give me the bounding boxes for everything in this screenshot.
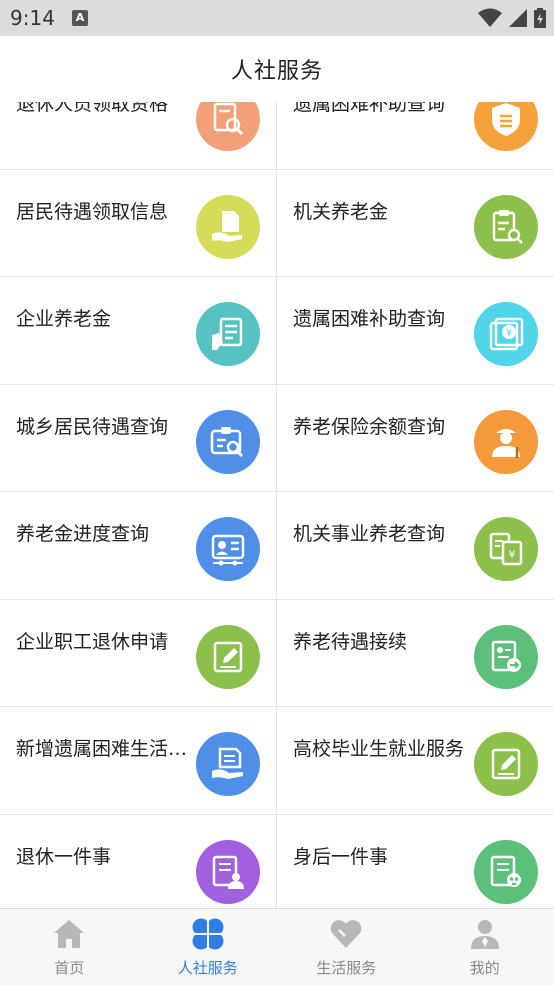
tab-home[interactable]: 首页: [0, 909, 139, 985]
id-search-icon: [196, 409, 260, 474]
service-row: 居民待遇领取信息 机关养老金: [0, 169, 554, 277]
service-item[interactable]: 养老保险余额查询: [277, 385, 554, 492]
svg-text:¥: ¥: [509, 548, 516, 561]
service-item-label: 高校毕业生就业服务: [293, 738, 465, 760]
yuan-documents-icon: ¥: [474, 517, 538, 581]
service-item-label: 企业养老金: [16, 308, 112, 330]
yuan-bill-icon: ¥: [474, 302, 538, 366]
status-bar: 9:14 A: [0, 0, 554, 36]
heart-icon: [330, 920, 362, 948]
bottom-tab-bar: 首页 人社服务 生活服务 我的: [0, 908, 554, 985]
service-item-label: 企业职工退休申请: [16, 630, 169, 653]
service-item-label: 退休人员领取资格: [16, 102, 169, 115]
service-row: 新增遗属困难生活补助 高校毕业生就业服务: [0, 707, 554, 815]
app-header: 人社服务: [0, 36, 554, 102]
hand-form-icon: [196, 302, 260, 366]
id-card-progress-icon: [196, 517, 260, 581]
service-row: 城乡居民待遇查询 养老保险余额查询: [0, 384, 554, 492]
service-item-label: 机关事业养老查询: [293, 523, 446, 545]
service-item[interactable]: 遗属困难补助查询 ¥: [277, 277, 554, 384]
notification-badge-icon: A: [72, 10, 88, 26]
service-item[interactable]: 身后一件事: [277, 815, 554, 909]
transfer-document-icon: [474, 624, 538, 689]
service-item[interactable]: 遗属困难补助查询: [277, 102, 554, 169]
service-item-label: 城乡居民待遇查询: [16, 415, 169, 438]
service-row: 养老金进度查询 机关事业养老查询 ¥: [0, 492, 554, 600]
tab-hr-services[interactable]: 人社服务: [139, 909, 278, 985]
home-icon: [54, 920, 85, 948]
service-item[interactable]: 企业职工退休申请: [0, 599, 277, 706]
service-item[interactable]: 退休人员领取资格: [0, 102, 277, 169]
skull-document-icon: [474, 839, 538, 904]
service-item-label: 养老金进度查询: [16, 523, 150, 545]
status-icons: [478, 8, 546, 28]
svg-text:¥: ¥: [506, 328, 512, 339]
elder-person-icon: [474, 409, 538, 474]
edit-document-icon: [474, 732, 538, 796]
service-item-label: 新增遗属困难生活补助: [16, 738, 194, 760]
tab-life-services[interactable]: 生活服务: [277, 909, 416, 985]
service-item[interactable]: 高校毕业生就业服务: [277, 707, 554, 814]
service-item[interactable]: 机关养老金: [277, 170, 554, 277]
page-title: 人社服务: [230, 59, 323, 84]
service-item[interactable]: 企业养老金: [0, 277, 277, 384]
service-row: 退休一件事 身后一件事: [0, 814, 554, 909]
service-item-label: 遗属困难补助查询: [293, 308, 446, 330]
service-item-label: 居民待遇领取信息: [16, 200, 169, 223]
shield-doc-icon: [474, 102, 538, 151]
wifi-icon: [478, 8, 502, 27]
service-item[interactable]: 退休一件事: [0, 814, 277, 908]
tab-label: 首页: [54, 959, 85, 977]
service-list[interactable]: 退休人员领取资格 遗属困难补助查询 居民待遇领取信息 机关养老金 企业养老金 遗属困难补助…: [0, 102, 554, 908]
service-item-label: 机关养老金: [293, 200, 389, 223]
tab-label: 人社服务: [177, 959, 238, 977]
service-item[interactable]: 城乡居民待遇查询: [0, 384, 277, 491]
doc-search-icon: [196, 102, 260, 151]
tab-label: 我的: [469, 959, 500, 977]
service-row: 企业养老金 遗属困难补助查询 ¥: [0, 277, 554, 385]
service-item[interactable]: 养老待遇接续: [277, 600, 554, 707]
service-item[interactable]: 新增遗属困难生活补助: [0, 707, 277, 814]
service-item-label: 遗属困难补助查询: [293, 102, 446, 115]
hand-files-icon: [196, 732, 260, 796]
service-item-label: 退休一件事: [16, 845, 112, 868]
signal-icon: [509, 9, 527, 27]
service-item-label: 养老保险余额查询: [293, 415, 446, 438]
service-row: 退休人员领取资格 遗属困难补助查询: [0, 102, 554, 170]
service-item-label: 身后一件事: [293, 845, 389, 868]
service-grid: 退休人员领取资格 遗属困难补助查询 居民待遇领取信息 机关养老金 企业养老金 遗属困难补助…: [0, 102, 554, 908]
service-item[interactable]: 养老金进度查询: [0, 492, 277, 599]
service-item[interactable]: 居民待遇领取信息: [0, 169, 277, 276]
tab-label: 生活服务: [316, 959, 377, 977]
person-icon: [470, 920, 499, 949]
grid-clover-icon: [192, 918, 224, 950]
retiree-document-icon: [196, 839, 260, 904]
battery-icon: [534, 8, 546, 28]
status-time: 9:14: [10, 6, 55, 30]
edit-document-icon: [196, 624, 260, 689]
service-item[interactable]: 机关事业养老查询 ¥: [277, 492, 554, 599]
service-row: 企业职工退休申请 养老待遇接续: [0, 599, 554, 707]
tab-mine[interactable]: 我的: [416, 909, 554, 985]
hand-document-icon: [196, 194, 260, 259]
service-item-label: 养老待遇接续: [293, 630, 408, 653]
clipboard-search-icon: [474, 194, 538, 259]
